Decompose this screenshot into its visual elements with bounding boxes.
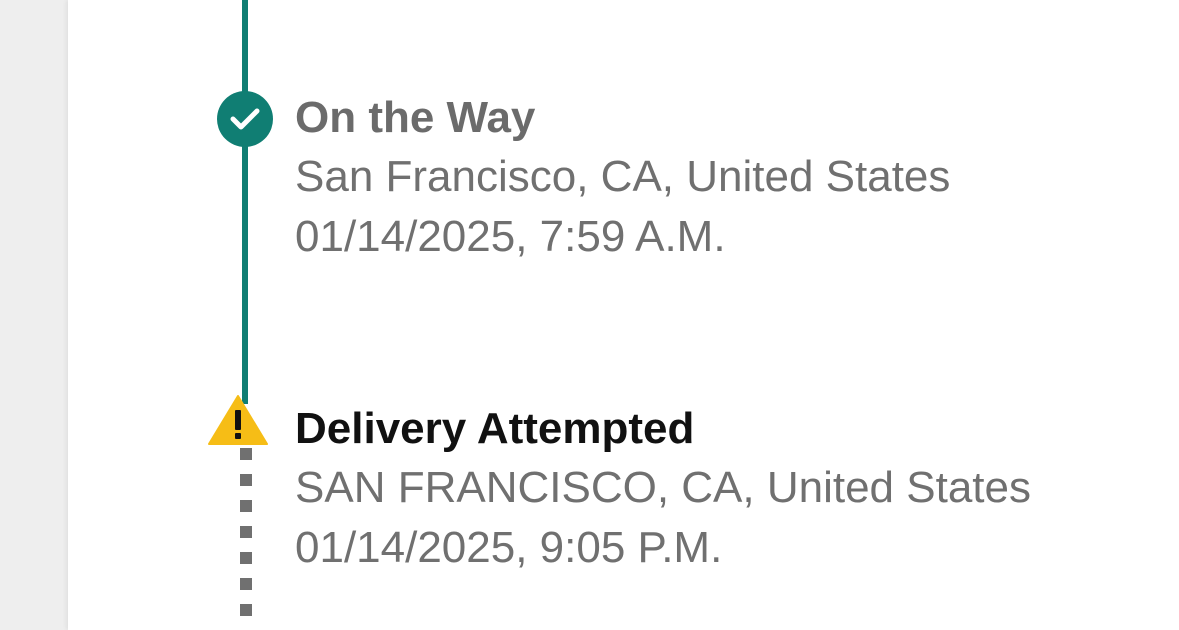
timeline-event-delivery-attempted: Delivery Attempted SAN FRANCISCO, CA, Un…: [295, 400, 1031, 578]
timeline-line-middle: [242, 146, 248, 404]
timeline-event-on-the-way: On the Way San Francisco, CA, United Sta…: [295, 89, 950, 267]
warning-triangle-icon: [208, 395, 268, 445]
event-status: Delivery Attempted: [295, 404, 695, 453]
event-location: San Francisco, CA, United States: [295, 152, 951, 201]
event-timestamp: 01/14/2025, 9:05 P.M.: [295, 523, 723, 572]
event-location: SAN FRANCISCO, CA, United States: [295, 463, 1031, 512]
tracking-timeline-card: On the Way San Francisco, CA, United Sta…: [68, 0, 1179, 630]
event-timestamp: 01/14/2025, 7:59 A.M.: [295, 212, 726, 261]
event-status: On the Way: [295, 93, 536, 142]
check-circle-icon: [217, 91, 273, 147]
checkmark-icon: [230, 108, 260, 130]
timeline-line-pending: [240, 448, 252, 630]
timeline-line-top: [242, 0, 248, 92]
